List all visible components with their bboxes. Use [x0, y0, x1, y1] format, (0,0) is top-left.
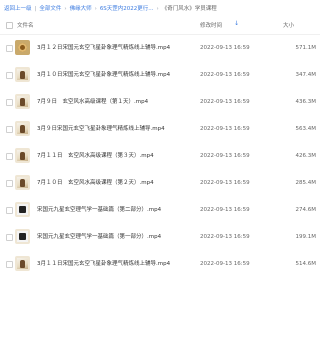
file-size: 563.4M — [295, 126, 317, 132]
select-all-checkbox[interactable] — [6, 22, 13, 29]
file-modified-time: 2022-09-13 16:59 — [200, 234, 250, 240]
file-modified-time: 2022-09-13 16:59 — [200, 126, 250, 132]
file-row[interactable]: 3月９日宋国元玄空飞星卦象理气精炼线上辅导.mp4 2022-09-13 16:… — [0, 116, 320, 143]
video-thumbnail-icon — [15, 121, 30, 136]
video-thumbnail-icon — [15, 148, 30, 163]
breadcrumb-folder-1[interactable]: 佛缘大师 — [70, 3, 92, 15]
file-modified-time: 2022-09-13 16:59 — [200, 180, 250, 186]
breadcrumb-folder-2[interactable]: 6S天罡内2022更行... — [100, 3, 154, 15]
column-time-header[interactable]: 修改时间 — [200, 21, 222, 29]
file-row[interactable]: 宋国元九星玄空理气学一基础篇（第二部分）.mp4 2022-09-13 16:5… — [0, 197, 320, 224]
video-thumbnail-icon — [15, 256, 30, 271]
sort-descending-icon[interactable]: ↓ — [234, 20, 239, 27]
row-checkbox[interactable] — [6, 234, 13, 241]
breadcrumb-separator: | — [34, 6, 37, 12]
breadcrumb-current: 《奇门风水》学员课程 — [161, 6, 217, 12]
video-thumbnail-icon — [15, 67, 30, 82]
breadcrumb-separator: › — [156, 6, 159, 12]
file-name[interactable]: 宋国元九星玄空理气学一基础篇（第一部分）.mp4 — [37, 233, 197, 242]
video-thumbnail-icon — [15, 202, 30, 217]
row-checkbox[interactable] — [6, 153, 13, 160]
file-size: 436.3M — [295, 99, 317, 105]
file-size: 514.6M — [295, 261, 317, 267]
audio-icon — [15, 40, 30, 55]
column-size-header[interactable]: 大小 — [283, 21, 294, 29]
breadcrumb: 返回上一级 | 全部文件 › 佛缘大师 › 6S天罡内2022更行... › 《奇门风水》学员课… — [4, 3, 316, 15]
file-name[interactable]: 3月１０日宋国元玄空飞星卦象理气精炼线上辅导.mp4 — [37, 71, 197, 80]
file-size: 285.4M — [295, 180, 317, 186]
breadcrumb-back[interactable]: 返回上一级 — [4, 3, 32, 15]
row-checkbox[interactable] — [6, 126, 13, 133]
file-list-header: 文件名 修改时间 ↓ 大小 — [0, 16, 320, 35]
breadcrumb-separator: › — [94, 6, 97, 12]
video-thumbnail-icon — [15, 175, 30, 190]
file-size: 426.3M — [295, 153, 317, 159]
file-modified-time: 2022-09-13 16:59 — [200, 261, 250, 267]
column-name-header[interactable]: 文件名 — [17, 21, 34, 29]
row-checkbox[interactable] — [6, 261, 13, 268]
file-row[interactable]: 宋国元九星玄空理气学一基础篇（第一部分）.mp4 2022-09-13 16:5… — [0, 224, 320, 251]
row-checkbox[interactable] — [6, 180, 13, 187]
file-name[interactable]: 3月９日宋国元玄空飞星卦象理气精炼线上辅导.mp4 — [37, 125, 197, 134]
file-row[interactable]: 7月１０日 玄空风水高级课程（第２天）.mp4 2022-09-13 16:59… — [0, 170, 320, 197]
file-row[interactable]: 3月１１日宋国元玄空飞星卦象理气精炼线上辅导.mp4 2022-09-13 16… — [0, 251, 320, 278]
file-name[interactable]: 7月１０日 玄空风水高级课程（第２天）.mp4 — [37, 179, 197, 188]
file-row[interactable]: 7月９日 玄空风水高级课程（第１天）.mp4 2022-09-13 16:59 … — [0, 89, 320, 116]
file-size: 347.4M — [295, 72, 317, 78]
file-name[interactable]: 7月９日 玄空风水高级课程（第１天）.mp4 — [37, 98, 197, 107]
row-checkbox[interactable] — [6, 72, 13, 79]
file-modified-time: 2022-09-13 16:59 — [200, 207, 250, 213]
breadcrumb-separator: › — [64, 6, 67, 12]
file-row[interactable]: 3月１０日宋国元玄空飞星卦象理气精炼线上辅导.mp4 2022-09-13 16… — [0, 62, 320, 89]
row-checkbox[interactable] — [6, 99, 13, 106]
file-modified-time: 2022-09-13 16:59 — [200, 45, 250, 51]
breadcrumb-all-files[interactable]: 全部文件 — [39, 3, 61, 15]
file-row[interactable]: 7月１１日 玄空风水高级课程（第３天）.mp4 2022-09-13 16:59… — [0, 143, 320, 170]
row-checkbox[interactable] — [6, 45, 13, 52]
file-name[interactable]: 3月１２日宋国元玄空飞星卦象理气精炼线上辅导.mp4 — [37, 44, 197, 53]
file-size: 199.1M — [295, 234, 317, 240]
file-name[interactable]: 宋国元九星玄空理气学一基础篇（第二部分）.mp4 — [37, 206, 197, 215]
file-size: 274.6M — [295, 207, 317, 213]
file-row[interactable]: 3月１２日宋国元玄空飞星卦象理气精炼线上辅导.mp4 2022-09-13 16… — [0, 35, 320, 62]
row-checkbox[interactable] — [6, 207, 13, 214]
file-name[interactable]: 3月１１日宋国元玄空飞星卦象理气精炼线上辅导.mp4 — [37, 260, 197, 269]
file-modified-time: 2022-09-13 16:59 — [200, 99, 250, 105]
file-name[interactable]: 7月１１日 玄空风水高级课程（第３天）.mp4 — [37, 152, 197, 161]
file-size: 571.1M — [295, 45, 317, 51]
file-modified-time: 2022-09-13 16:59 — [200, 153, 250, 159]
video-thumbnail-icon — [15, 229, 30, 244]
file-modified-time: 2022-09-13 16:59 — [200, 72, 250, 78]
video-thumbnail-icon — [15, 94, 30, 109]
